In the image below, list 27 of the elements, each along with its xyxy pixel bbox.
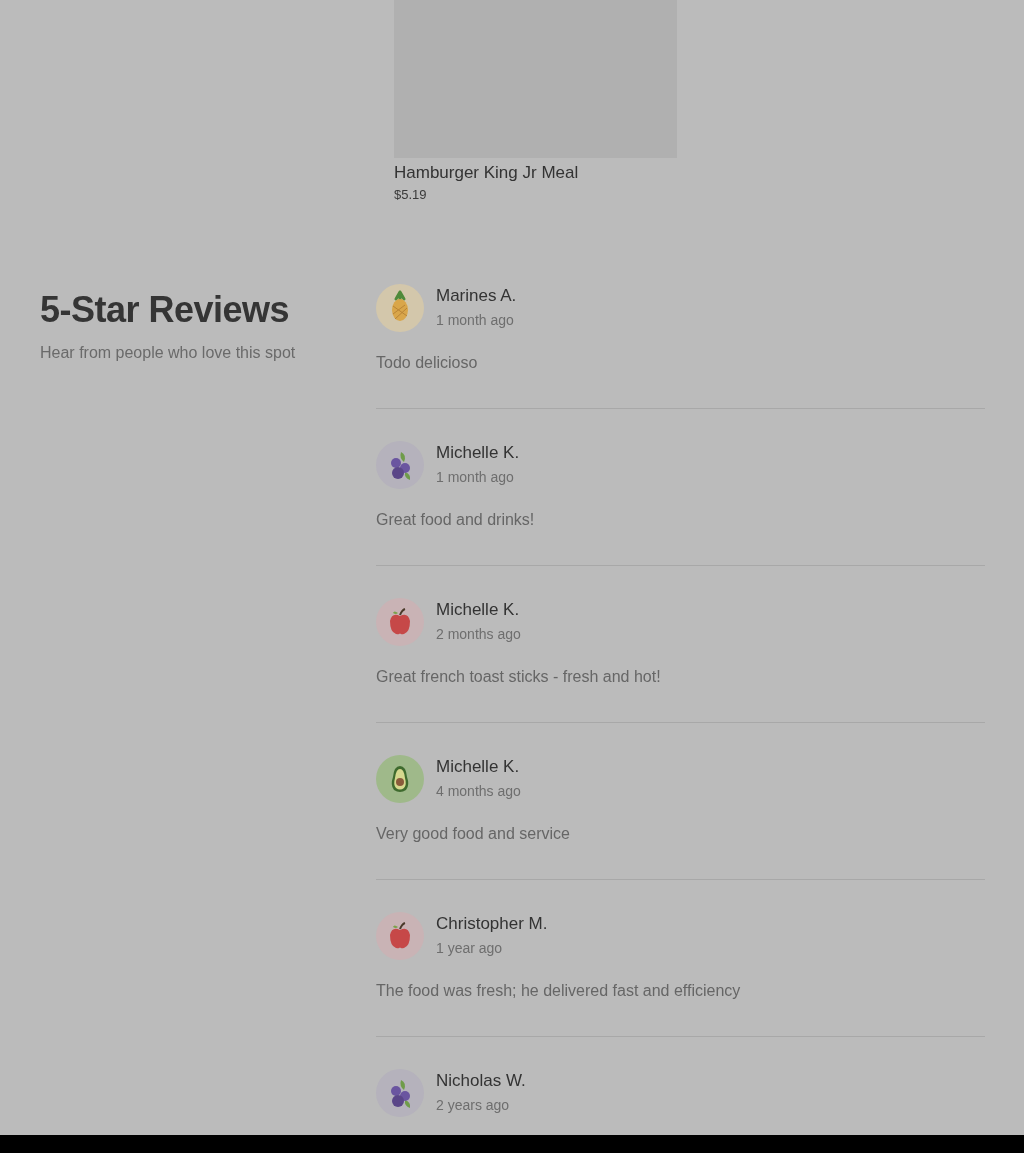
pineapple-icon (392, 290, 408, 321)
review-text: Great french toast sticks - fresh and hot! (376, 667, 662, 687)
reviewer-name: Michelle K. (436, 442, 520, 464)
review-date: 1 year ago (436, 939, 504, 957)
review-date: 2 years ago (436, 1096, 511, 1114)
item-price: $5.19 (394, 186, 428, 204)
apple-icon (390, 922, 410, 949)
avocado-icon (391, 766, 409, 792)
review-date: 1 month ago (436, 468, 515, 486)
blueberries-icon (391, 452, 411, 480)
reviewer-name: Michelle K. (436, 756, 521, 778)
review-text: Very good food and service (376, 824, 571, 844)
review-text: Great food and drinks! (376, 510, 536, 530)
review-date: 2 months ago (436, 625, 521, 643)
blueberries-icon (391, 1080, 411, 1108)
item-title[interactable]: Hamburger King Jr Meal (394, 162, 677, 184)
apple-icon (390, 608, 410, 635)
review-text: The food was fresh; he delivered fast and efficiency (376, 981, 742, 1001)
review-text: Todo delicioso (376, 353, 479, 373)
reviewer-name: Nicholas W. (436, 1070, 526, 1092)
reviewer-name: Marines A. (436, 285, 517, 307)
reviewer-name: Christopher M. (436, 913, 548, 935)
review-date: 4 months ago (436, 782, 521, 800)
section-title: 5-Star Reviews (40, 290, 291, 330)
review-date: 1 month ago (436, 311, 515, 329)
section-subtitle: Hear from people who love this spot (40, 344, 297, 362)
reviewer-name: Michelle K. (436, 599, 521, 621)
